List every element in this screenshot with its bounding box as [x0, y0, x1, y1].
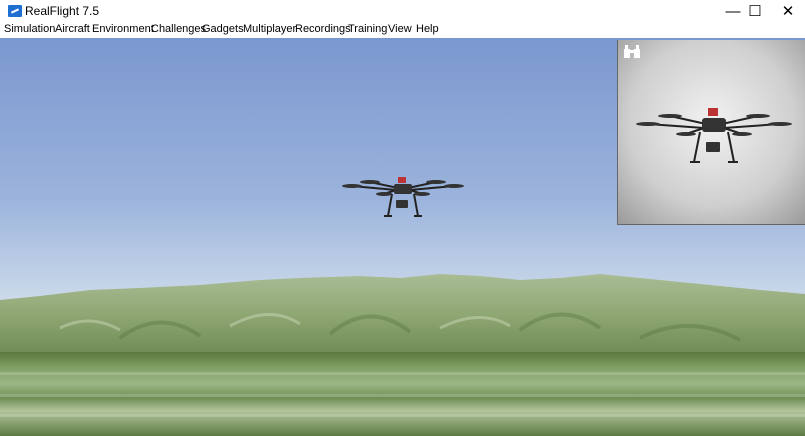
app-icon: [8, 5, 22, 17]
menu-gadgets[interactable]: Gadgets: [202, 23, 244, 35]
title-bar: RealFlight 7.5 — ☐ ✕: [0, 0, 805, 22]
menu-help[interactable]: Help: [416, 23, 439, 35]
menu-recordings[interactable]: Recordings: [295, 23, 351, 35]
menu-training[interactable]: Training: [348, 23, 387, 35]
close-button[interactable]: ✕: [770, 0, 805, 22]
window-title: RealFlight 7.5: [25, 4, 100, 18]
maximize-button[interactable]: ☐: [737, 0, 773, 22]
pip-camera-view[interactable]: [617, 40, 805, 225]
menu-bar: Simulation Aircraft Environment Challeng…: [0, 22, 805, 39]
menu-environment[interactable]: Environment: [92, 23, 154, 35]
ground-stripe: [0, 372, 805, 375]
menu-simulation[interactable]: Simulation: [4, 23, 55, 35]
menu-aircraft[interactable]: Aircraft: [55, 23, 90, 35]
ground: [0, 352, 805, 436]
pip-drone: [636, 108, 792, 163]
menu-multiplayer[interactable]: Multiplayer: [243, 23, 296, 35]
ground-stripe: [0, 394, 805, 397]
menu-view[interactable]: View: [388, 23, 412, 35]
menu-challenges[interactable]: Challenges: [151, 23, 206, 35]
main-drone: [342, 177, 464, 217]
simulation-viewport[interactable]: [0, 38, 805, 436]
ground-stripe: [0, 414, 805, 417]
binoculars-icon[interactable]: [623, 45, 641, 59]
